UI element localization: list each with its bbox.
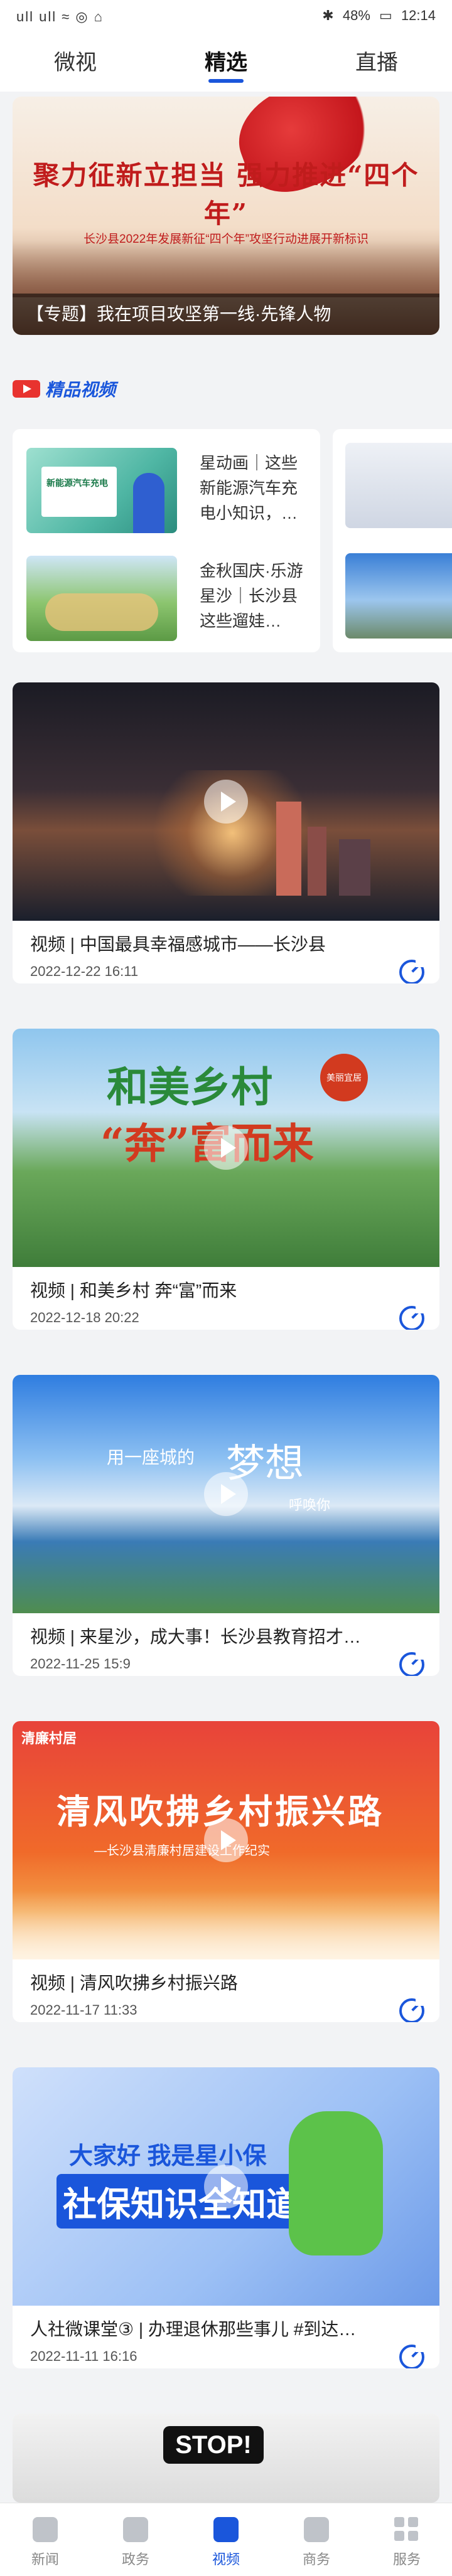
- thumbnail-subtitle: 社保知识全知道: [56, 2174, 306, 2229]
- carousel-next-card[interactable]: [333, 429, 452, 652]
- video-date: 2022-11-25 15:9: [30, 1656, 131, 1672]
- share-icon[interactable]: [399, 958, 424, 983]
- thumbnail-seal: 美丽宜居: [320, 1054, 368, 1101]
- video-title: 视频 | 中国最具幸福感城市——长沙县: [30, 935, 326, 954]
- village-illustration: [13, 1890, 439, 1959]
- building: [308, 827, 326, 896]
- government-icon: [123, 2517, 148, 2542]
- thumbnail-title: 和美乡村: [107, 1063, 272, 1111]
- share-icon[interactable]: [399, 1305, 424, 1330]
- signal-icons: ull ull ≈ ◎ ⌂: [16, 9, 104, 24]
- video-date: 2022-11-11 16:16: [30, 2348, 137, 2364]
- building: [339, 839, 370, 896]
- video-date: 2022-12-18 20:22: [30, 1310, 139, 1325]
- video-card[interactable]: STOP!: [13, 2414, 439, 2503]
- tab-weishi[interactable]: 微视: [0, 34, 151, 92]
- video-icon: [213, 2517, 239, 2542]
- thumbnail-text: 新能源汽车充电: [46, 478, 108, 488]
- play-button-icon[interactable]: [204, 1472, 248, 1516]
- building: [276, 802, 301, 896]
- play-button-icon[interactable]: [204, 2165, 248, 2208]
- thumbnail-subtitle: 呼唤你: [289, 1498, 331, 1513]
- thumbnail-title: 大家好 我是星小保: [69, 2143, 267, 2170]
- business-icon: [304, 2517, 329, 2542]
- banner-headline: 聚力征新立担当 强力推进“四个年”: [33, 160, 419, 229]
- carousel-item-title: 星动画｜这些新能源汽车充电小知识，…: [200, 453, 298, 522]
- carousel-thumbnail: [26, 556, 177, 641]
- top-tabs: 微视 精选 直播: [0, 34, 452, 92]
- status-bar: ull ull ≈ ◎ ⌂ ✱ 48% ▭ 12:14: [0, 0, 452, 34]
- nav-label: 服务: [392, 2552, 421, 2567]
- carousel-item[interactable]: 金秋国庆·乐游星沙｜长沙县这些遛娃…: [26, 551, 309, 641]
- nav-government[interactable]: 政务: [90, 2503, 181, 2576]
- section-header: 精品视频: [13, 376, 116, 401]
- nav-label: 商务: [302, 2552, 330, 2567]
- thumbnail-stop-sign: STOP!: [163, 2426, 264, 2464]
- thumbnail-logo: 清廉村居: [21, 1731, 77, 1746]
- video-card[interactable]: 视频 | 中国最具幸福感城市——长沙县 2022-12-22 16:11: [13, 682, 439, 983]
- carousel-thumbnail: [345, 443, 452, 528]
- news-icon: [33, 2517, 58, 2542]
- city-silhouette: [13, 241, 439, 297]
- carousel-item-title: 金秋国庆·乐游星沙｜长沙县这些遛娃…: [200, 561, 303, 630]
- mascot-graphic: [289, 2111, 383, 2255]
- share-icon[interactable]: [399, 1651, 424, 1676]
- video-badge-icon: [13, 380, 40, 398]
- nav-label: 政务: [121, 2552, 149, 2567]
- carousel-card: 新能源汽车充电 星动画｜这些新能源汽车充电小知识，… 金秋国庆·乐游星沙｜长沙县…: [13, 429, 320, 652]
- share-icon[interactable]: [399, 1997, 424, 2022]
- featured-banner[interactable]: 聚力征新立担当 强力推进“四个年” 长沙县2022年发展新征“四个年”攻坚行动进…: [13, 97, 439, 335]
- battery-percent: 48%: [342, 8, 370, 23]
- tab-jingxuan[interactable]: 精选: [151, 34, 301, 92]
- carousel-thumbnail: 新能源汽车充电: [26, 448, 177, 533]
- video-date: 2022-12-22 16:11: [30, 963, 139, 979]
- nav-video[interactable]: 视频: [181, 2503, 271, 2576]
- thumbnail-title: 用一座城的: [107, 1447, 195, 1468]
- status-right: ✱ 48% ▭ 12:14: [317, 8, 436, 24]
- play-button-icon[interactable]: [204, 1126, 248, 1170]
- nav-label: 新闻: [31, 2552, 59, 2567]
- nav-label: 视频: [212, 2552, 240, 2567]
- bottom-nav: 新闻 政务 视频 商务 服务: [0, 2503, 452, 2576]
- play-button-icon[interactable]: [204, 1818, 248, 1862]
- video-card[interactable]: 和美乡村 “奔”富而来 美丽宜居 视频 | 和美乡村 奔“富”而来 2022-1…: [13, 1029, 439, 1330]
- play-button-icon[interactable]: [204, 780, 248, 824]
- presenter-figure: [133, 473, 164, 533]
- app-page: ull ull ≈ ◎ ⌂ ✱ 48% ▭ 12:14 微视 精选 直播 聚力征…: [0, 0, 452, 2576]
- video-thumbnail: STOP!: [13, 2414, 439, 2503]
- video-date: 2022-11-17 11:33: [30, 2002, 137, 2018]
- carousel-thumbnail: [345, 553, 452, 639]
- services-grid-icon: [394, 2517, 419, 2542]
- children-photo: [45, 593, 158, 631]
- nav-news[interactable]: 新闻: [0, 2503, 90, 2576]
- nav-business[interactable]: 商务: [271, 2503, 362, 2576]
- bluetooth-icon: ✱: [322, 8, 334, 23]
- carousel-item[interactable]: 新能源汽车充电 星动画｜这些新能源汽车充电小知识，…: [26, 443, 309, 533]
- video-card[interactable]: 大家好 我是星小保 社保知识全知道 人社微课堂③ | 办理退休那些事儿 #到达……: [13, 2067, 439, 2368]
- banner-caption: 【专题】我在项目攻坚第一线·先锋人物: [13, 294, 439, 335]
- section-title: 精品视频: [45, 380, 116, 400]
- video-title: 人社微课堂③ | 办理退休那些事儿 #到达…: [30, 2319, 357, 2339]
- video-title: 视频 | 来星沙，成大事！长沙县教育招才…: [30, 1627, 361, 1646]
- book-graphic: [41, 467, 117, 517]
- share-icon[interactable]: [399, 2343, 424, 2368]
- battery-icon: ▭: [379, 8, 392, 23]
- video-card[interactable]: 用一座城的 梦想 呼唤你 视频 | 来星沙，成大事！长沙县教育招才… 2022-…: [13, 1375, 439, 1676]
- video-carousel[interactable]: 新能源汽车充电 星动画｜这些新能源汽车充电小知识，… 金秋国庆·乐游星沙｜长沙县…: [0, 429, 452, 652]
- video-card[interactable]: 清廉村居 清风吹拂乡村振兴路 —长沙县清廉村居建设工作纪实 视频 | 清风吹拂乡…: [13, 1721, 439, 2022]
- nav-services[interactable]: 服务: [362, 2503, 452, 2576]
- clock: 12:14: [401, 8, 436, 23]
- tab-zhibo[interactable]: 直播: [301, 34, 452, 92]
- video-title: 视频 | 清风吹拂乡村振兴路: [30, 1973, 238, 1993]
- video-title: 视频 | 和美乡村 奔“富”而来: [30, 1281, 237, 1300]
